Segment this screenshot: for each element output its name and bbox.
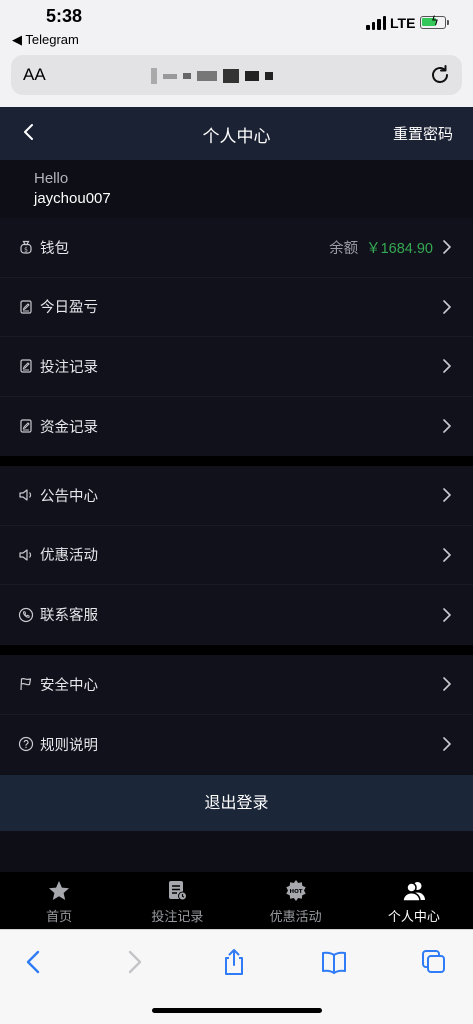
menu-item-label: 公告中心 [40,488,98,505]
document-edit-icon [20,359,32,373]
greeting: Hello [34,170,69,187]
menu-item-announcements[interactable]: 公告中心 [0,466,473,526]
browser-back-icon[interactable] [20,948,48,976]
back-to-app-link[interactable]: ◀ Telegram [12,32,79,48]
chevron-right-icon [443,299,451,314]
reload-icon[interactable] [428,63,452,87]
tabs-icon[interactable] [420,948,448,976]
menu-item-label: 钱包 [40,240,69,257]
help-circle-icon [18,737,34,752]
chevron-right-icon [443,240,451,255]
menu-item-label: 联系客服 [40,608,98,625]
logout-button[interactable]: 退出登录 [0,775,473,831]
app-header: 个人中心 重置密码 [0,107,473,160]
chevron-right-icon [443,547,451,562]
bet-record-icon [169,881,188,901]
wallet-balance: 余额 ￥1684.90 [329,237,433,258]
menu-item-security[interactable]: 安全中心 [0,655,473,715]
reset-password-button[interactable]: 重置密码 [393,123,453,144]
status-bar: 5:38 ◀ Telegram LTE ϟ [0,0,473,50]
speaker-icon [19,489,32,501]
text-size-button[interactable]: AA [23,65,46,85]
tab-label: 个人中心 [387,910,440,925]
menu-item-bet-records[interactable]: 投注记录 [0,337,473,397]
svg-text:$: $ [24,247,28,254]
section-divider [0,645,473,655]
hot-badge-icon: HOT [285,880,306,901]
browser-forward-icon[interactable] [120,948,148,976]
phone-icon [18,607,34,622]
star-icon [49,881,70,900]
menu-group-help: 安全中心 规则说明 [0,655,473,774]
menu-item-customer-service[interactable]: 联系客服 [0,585,473,645]
balance-label: 余额 [329,240,359,257]
bottom-tab-bar: 首页 投注记录 HOT 优惠活动 个人中心 [0,872,473,929]
network-type: LTE [390,15,416,31]
browser-address-area: AA [0,50,473,107]
wallet-bag-icon: $ [20,241,32,254]
menu-group-account: $ 钱包 余额 ￥1684.90 今日盈亏 投注记录 资金记录 [0,218,473,456]
tab-bet-records[interactable]: 投注记录 [118,872,236,929]
chevron-right-icon [443,607,451,622]
home-indicator [152,1008,322,1013]
battery-icon: ϟ [420,14,449,29]
flag-icon [20,678,32,691]
tab-label: 首页 [46,910,73,925]
document-edit-icon [20,419,32,433]
chevron-right-icon [443,419,451,434]
menu-item-label: 资金记录 [40,419,98,436]
status-time: 5:38 [46,6,83,26]
document-edit-icon [20,300,32,314]
menu-item-label: 安全中心 [40,677,98,694]
balance-amount: ￥1684.90 [366,240,433,257]
menu-item-label: 投注记录 [40,359,98,376]
section-divider [0,456,473,466]
bookmarks-icon[interactable] [320,948,348,976]
svg-text:HOT: HOT [289,889,302,895]
chevron-right-icon [443,488,451,503]
menu-item-rules[interactable]: 规则说明 [0,715,473,775]
menu-item-label: 规则说明 [40,737,98,754]
tab-profile[interactable]: 个人中心 [355,872,473,929]
share-icon[interactable] [220,948,248,976]
menu-item-label: 今日盈亏 [40,300,98,317]
tab-label: 投注记录 [151,910,204,925]
tab-label: 优惠活动 [269,910,322,925]
address-bar[interactable]: AA [11,55,462,95]
menu-group-info: 公告中心 优惠活动 联系客服 [0,466,473,645]
chevron-right-icon [443,359,451,374]
menu-item-wallet[interactable]: $ 钱包 余额 ￥1684.90 [0,218,473,278]
profile-section: Hello jaychou007 [0,160,473,218]
menu-item-fund-records[interactable]: 资金记录 [0,397,473,457]
chevron-right-icon [443,677,451,692]
url-text-redacted [151,68,273,84]
menu-item-promotions[interactable]: 优惠活动 [0,526,473,585]
menu-item-label: 优惠活动 [40,548,98,565]
speaker-icon [19,549,32,561]
user-icon [402,882,425,902]
signal-strength-icon [366,16,386,30]
username: jaychou007 [34,190,111,207]
menu-item-today-profit[interactable]: 今日盈亏 [0,278,473,337]
chevron-right-icon [443,737,451,752]
tab-promotions[interactable]: HOT 优惠活动 [237,872,355,929]
tab-home[interactable]: 首页 [0,872,118,929]
